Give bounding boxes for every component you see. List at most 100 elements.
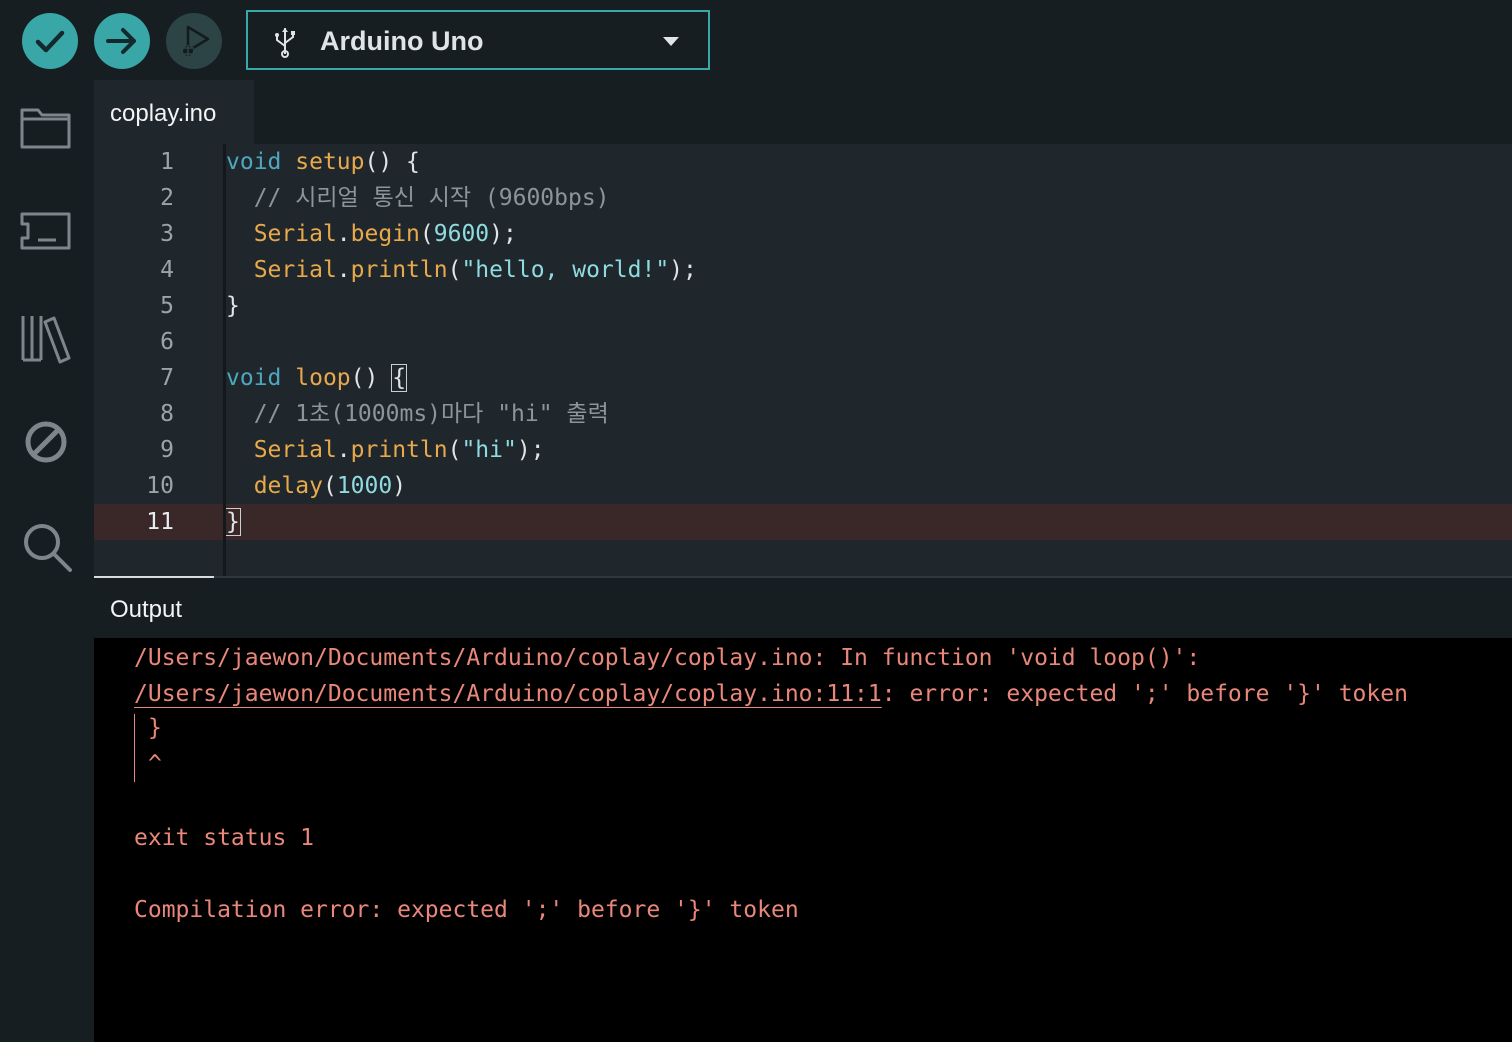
code-token: ); [489,221,517,247]
folder-icon [20,108,71,149]
code-line[interactable]: 1 void setup() { [94,144,1512,180]
code-token: setup [295,149,365,175]
tab-label: coplay.ino [110,100,217,127]
code-token: 9600 [433,221,490,247]
check-icon [35,30,65,53]
output-line: /Users/jaewon/Documents/Arduino/coplay/c… [134,676,1408,712]
code-token: void [226,149,282,175]
line-number: 4 [160,257,174,283]
sidebar-item-search[interactable] [20,520,72,572]
code-token: println [350,437,448,463]
code-token: ( [447,437,462,463]
code-token: // 1초(1000ms)마다 "hi" 출력 [226,401,609,427]
error-location-link[interactable]: /Users/jaewon/Documents/Arduino/coplay/c… [134,681,882,707]
code-token: delay [253,473,323,499]
code-line[interactable]: 9 Serial.println("hi"); [94,432,1512,468]
search-icon [24,524,72,572]
code-token: 1000 [336,473,393,499]
arrow-right-icon [106,28,136,54]
code-text: // 1초(1000ms)마다 "hi" 출력 [226,396,609,432]
code-token: loop [295,365,351,391]
output-line: Compilation error: expected ';' before '… [134,897,799,923]
sidebar-item-debug[interactable] [20,416,72,468]
code-line[interactable]: 7 void loop() { [94,360,1512,396]
code-line[interactable]: 5} [94,288,1512,324]
sidebar-item-library[interactable] [20,312,72,364]
debug-button[interactable] [166,13,222,69]
code-token: . [336,437,351,463]
output-line: ^ [148,751,162,777]
code-text: Serial.println("hi"); [226,432,545,468]
sidebar-item-sketchbook[interactable] [20,104,72,156]
output-line: /Users/jaewon/Documents/Arduino/coplay/c… [134,645,1201,671]
code-token: () [350,365,393,391]
board-selector[interactable]: Arduino Uno [246,10,710,70]
code-token: Serial [253,257,337,283]
code-line[interactable]: 2 // 시리얼 통신 시작 (9600bps) [94,180,1512,216]
sidebar-item-boards[interactable] [20,208,72,260]
code-line[interactable]: 3 Serial.begin(9600); [94,216,1512,252]
line-number: 2 [160,185,174,211]
code-text: // 시리얼 통신 시작 (9600bps) [226,180,610,216]
board-name: Arduino Uno [320,26,484,56]
code-token: ) [392,473,407,499]
line-number: 10 [146,473,174,499]
output-header: Output [94,578,1512,638]
code-token: ( [419,221,434,247]
tab-bar: coplay.ino [94,80,1512,144]
code-token: "hello, world!" [461,257,670,283]
code-token: . [336,221,351,247]
sidebar [0,80,94,1042]
code-line[interactable]: 8 // 1초(1000ms)마다 "hi" 출력 [94,396,1512,432]
tab-coplay-ino[interactable]: coplay.ino [94,80,254,144]
upload-button[interactable] [94,13,150,69]
gutter-divider [223,144,226,576]
line-number: 9 [160,437,174,463]
output-console[interactable]: /Users/jaewon/Documents/Arduino/coplay/c… [94,638,1512,1042]
code-token: Serial [253,221,337,247]
code-line[interactable]: 10 delay(1000) [94,468,1512,504]
code-token: "hi" [461,437,517,463]
error-message: : error: expected ';' before '}' token [881,681,1408,707]
line-number: 8 [160,401,174,427]
line-number: 1 [160,149,174,175]
line-number: 5 [160,293,174,319]
code-token: begin [350,221,420,247]
code-text: Serial.println("hello, world!"); [226,252,697,288]
code-text: } [224,504,241,540]
line-number: 6 [160,329,174,355]
code-token: // 시리얼 통신 시작 (9600bps) [226,185,610,211]
code-token: void [226,365,282,391]
code-editor[interactable]: 1 void setup() {2 // 시리얼 통신 시작 (9600bps) 3… [94,144,1512,576]
board-icon [20,212,71,250]
code-text: Serial.begin(9600); [226,216,517,252]
code-text: delay(1000) [226,468,406,504]
verify-button[interactable] [22,13,78,69]
code-line[interactable]: 4 Serial.println("hello, world!"); [94,252,1512,288]
output-line: } [148,715,162,741]
code-token: ( [322,473,337,499]
code-token: ( [447,257,462,283]
code-token: . [336,257,351,283]
toolbar: Arduino Uno [0,0,1512,80]
code-token: Serial [253,437,337,463]
code-token: ); [516,437,545,463]
chevron-down-icon [663,37,679,46]
code-token: } [226,293,240,319]
line-number: 11 [146,509,174,535]
no-entry-icon [25,421,67,463]
debug-icon [182,25,210,57]
code-token: ); [669,257,697,283]
code-line[interactable]: 11} [94,504,1512,540]
code-token: () { [364,149,420,175]
line-number: 7 [160,365,174,391]
code-line[interactable]: 6 [94,324,1512,360]
code-token: println [350,257,448,283]
matched-bracket: { [391,364,408,392]
library-icon [21,316,71,364]
